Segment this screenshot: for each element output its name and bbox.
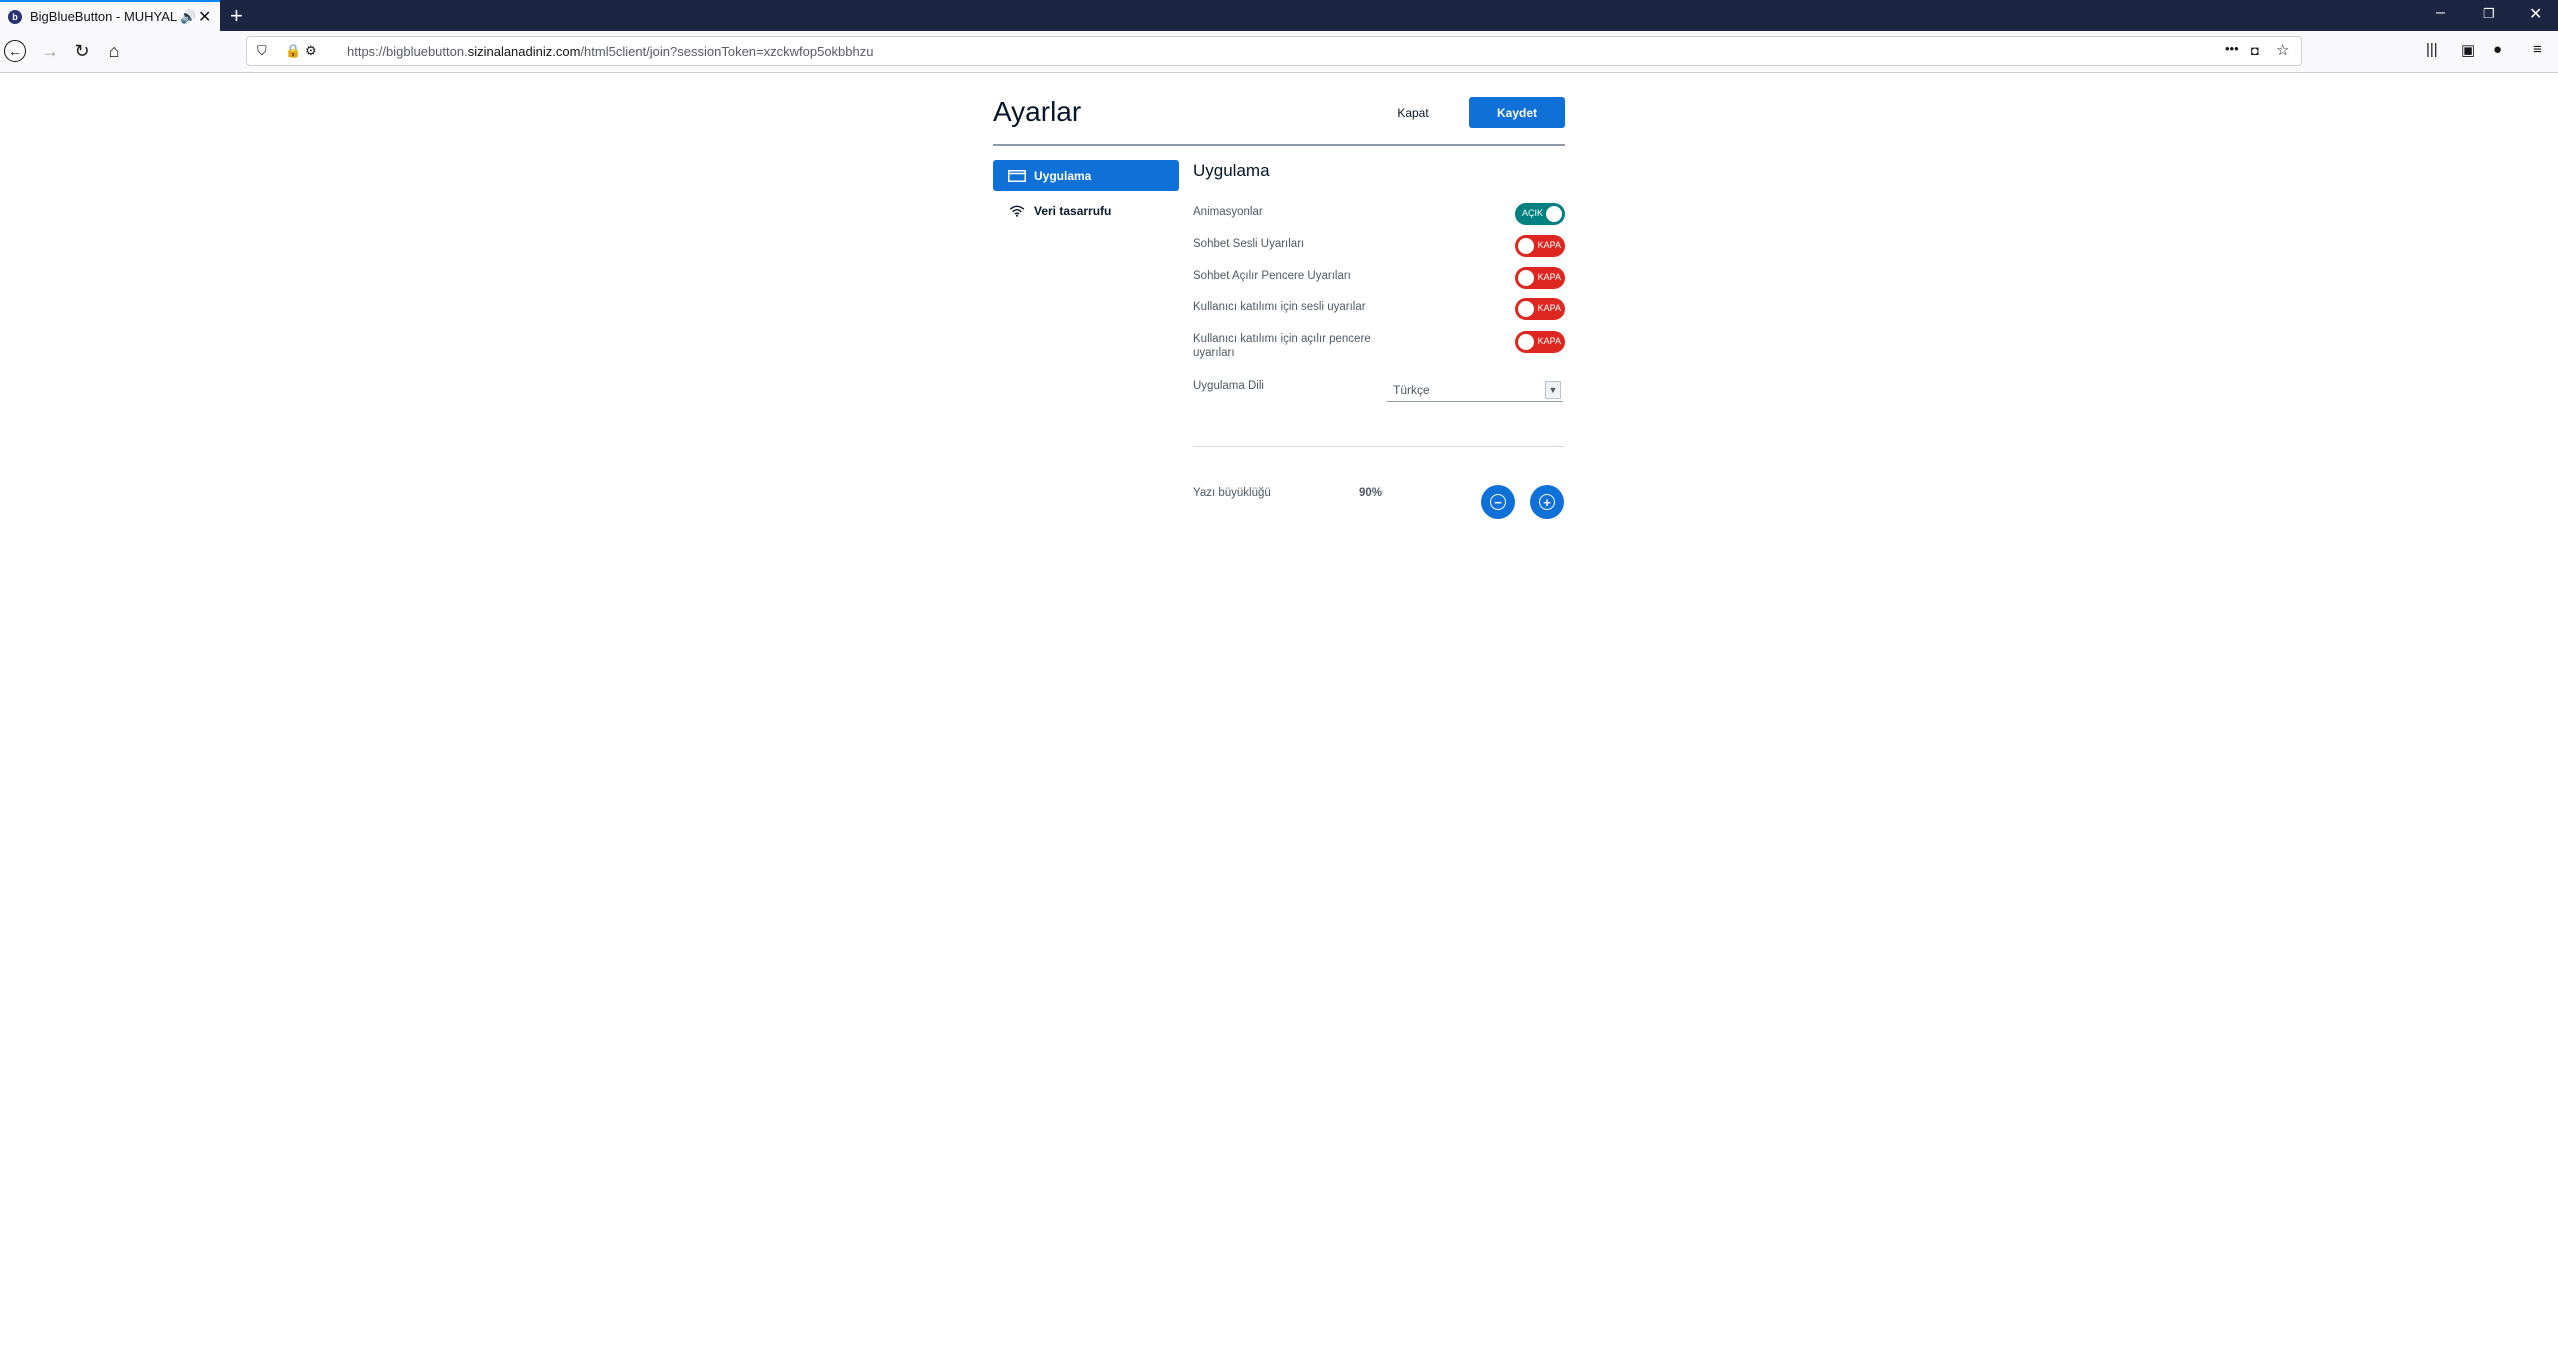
forward-arrow-icon[interactable]: → [38,39,62,63]
language-select[interactable]: Türkçe ▼ [1387,378,1563,402]
toggle-state-label: AÇIK [1522,208,1544,218]
plus-circle-icon: + [1539,494,1555,510]
toggle-knob [1544,204,1564,224]
back-arrow-icon[interactable]: ← [4,40,26,62]
setting-label-chat-audio-alerts: Sohbet Sesli Uyarıları [1193,238,1305,250]
toggle-state-label: KAPA [1537,240,1561,250]
setting-label-font-size: Yazı büyüklüğü [1193,487,1271,499]
close-button[interactable]: Kapat [1382,100,1444,126]
save-button[interactable]: Kaydet [1469,97,1565,128]
setting-label-user-join-popup-alerts: Kullanıcı katılımı için açılır pencere u… [1193,333,1371,359]
toggle-user-join-popup-alerts[interactable]: KAPA [1515,331,1565,353]
application-window-icon [1008,169,1026,182]
toggle-knob [1516,268,1536,288]
address-bar[interactable]: ⛉ 🔒 ⚙ https://bigbluebutton.sizinalanadi… [246,36,2302,66]
speaker-icon[interactable]: 🔊 [180,9,196,25]
toggle-knob [1516,236,1536,256]
minimize-icon[interactable]: – [2436,4,2445,22]
decrease-font-size-button[interactable]: − [1481,485,1515,519]
sidebar-icon[interactable]: ▣ [2461,41,2475,59]
setting-label-animations: Animasyonlar [1193,206,1263,218]
setting-label-user-join-audio-alerts: Kullanıcı katılımı için sesli uyarılar [1193,301,1366,313]
toggle-knob [1516,299,1536,319]
pocket-icon[interactable]: ◘ [2251,43,2259,58]
toggle-state-label: KAPA [1537,272,1561,282]
lock-icon[interactable]: 🔒 [285,43,301,59]
tab-title: BigBlueButton - MUHYAL [30,9,178,24]
home-icon[interactable]: ⌂ [102,39,126,63]
account-avatar-icon[interactable]: ● [2493,41,2502,58]
close-tab-icon[interactable]: ✕ [198,7,211,27]
page-actions-icon[interactable]: ••• [2225,41,2239,56]
browser-tab[interactable]: b BigBlueButton - MUHYAL 🔊 ✕ [0,0,220,31]
toggle-chat-popup-alerts[interactable]: KAPA [1515,267,1565,289]
permissions-icon[interactable]: ⚙ [305,43,317,59]
language-select-value: Türkçe [1393,383,1430,397]
toggle-state-label: KAPA [1537,303,1561,313]
bigbluebutton-logo-icon: b [8,9,22,24]
reload-icon[interactable]: ↻ [70,39,94,63]
toggle-user-join-audio-alerts[interactable]: KAPA [1515,298,1565,320]
tracking-shield-icon[interactable]: ⛉ [257,43,267,59]
sidebar-item-uygulama[interactable]: Uygulama [993,160,1179,191]
section-title: Uygulama [1193,161,1270,180]
dialog-title: Ayarlar [993,96,1082,127]
menu-icon[interactable]: ≡ [2533,41,2542,58]
sidebar-item-veri-tasarrufu[interactable]: Veri tasarrufu [993,195,1179,226]
setting-label-chat-popup-alerts: Sohbet Açılır Pencere Uyarıları [1193,270,1351,282]
sidebar-item-label: Veri tasarrufu [1034,203,1112,218]
url-text[interactable]: https://bigbluebutton.sizinalanadiniz.co… [347,44,873,59]
chevron-down-icon[interactable]: ▼ [1545,381,1561,399]
new-tab-icon[interactable]: + [230,3,243,29]
restore-icon[interactable]: ❐ [2483,6,2495,22]
toggle-animations[interactable]: AÇIK [1515,203,1565,225]
library-icon[interactable]: ||| [2426,41,2438,58]
sidebar-item-label: Uygulama [1034,168,1092,183]
increase-font-size-button[interactable]: + [1530,485,1564,519]
section-divider [1193,446,1565,447]
header-divider [993,144,1565,146]
browser-tab-bar: b BigBlueButton - MUHYAL 🔊 ✕ + – ❐ ✕ [0,0,2558,31]
browser-nav-bar: ← → ↻ ⌂ ⛉ 🔒 ⚙ https://bigbluebutton.sizi… [0,31,2558,73]
setting-label-language: Uygulama Dili [1193,380,1264,392]
minus-circle-icon: − [1490,494,1506,510]
toggle-chat-audio-alerts[interactable]: KAPA [1515,235,1565,257]
font-size-value: 90% [1359,487,1383,499]
bookmark-star-icon[interactable]: ☆ [2276,41,2289,59]
toggle-knob [1516,332,1536,352]
toggle-state-label: KAPA [1537,336,1561,346]
wifi-icon [1009,205,1025,217]
close-window-icon[interactable]: ✕ [2529,4,2542,24]
